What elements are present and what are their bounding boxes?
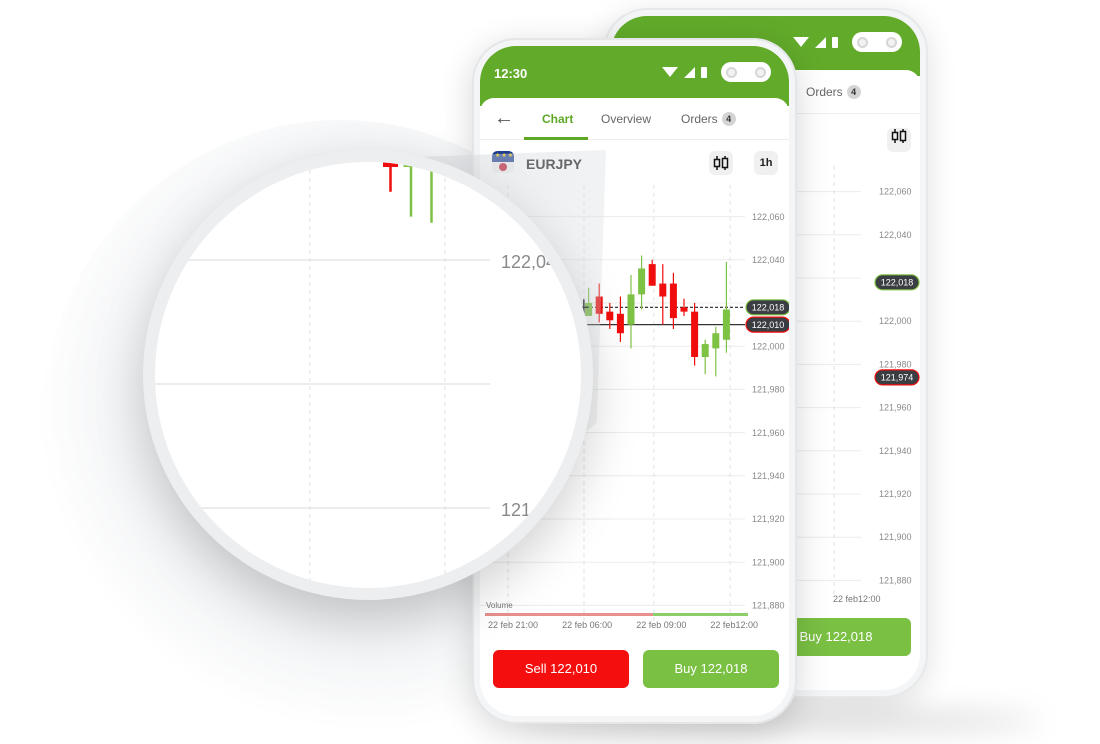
active-tab-indicator (524, 137, 588, 140)
x-label: 22 feb 06:00 (562, 620, 613, 630)
y-axis-label: 121,980 (752, 385, 785, 395)
candle-up (722, 309, 730, 340)
magnifier-lens: 122,018122,010122,04121,98 (143, 150, 593, 600)
tab-label: Orders (806, 85, 843, 99)
x-axis-labels: 22 feb 21:00 22 feb 06:00 22 feb 09:00 2… (488, 620, 758, 630)
volume-bar-sell (485, 613, 653, 616)
candle-up (627, 294, 635, 325)
magnified-y-axis-label: 122,04 (501, 252, 556, 272)
y-axis-label: 122,040 (879, 230, 912, 240)
candle-up (638, 268, 646, 295)
status-time: 12:30 (494, 66, 528, 81)
back-x-label: 22 feb12:00 (833, 594, 881, 604)
orders-count-badge: 4 (846, 85, 861, 99)
status-bar: 12:30 (480, 46, 789, 106)
y-axis-label: 122,000 (752, 341, 785, 351)
y-axis-label: 121,900 (879, 532, 912, 542)
back-arrow-icon[interactable]: ← (494, 108, 514, 128)
timeframe-button[interactable]: 1h (754, 151, 778, 175)
candle-up (712, 333, 720, 349)
tab-overview[interactable]: Overview (601, 112, 651, 126)
orders-count-badge: 4 (721, 112, 736, 126)
y-axis-label: 122,060 (879, 187, 912, 197)
x-label: 22 feb 09:00 (636, 620, 687, 630)
tab-bar: ← Chart Overview Orders 4 (480, 98, 789, 140)
y-axis-label: 121,940 (752, 471, 785, 481)
ask-price-tag-label: 122,018 (752, 303, 785, 313)
battery-icon (832, 36, 838, 48)
candle-down (691, 311, 699, 357)
chart-type-button[interactable] (887, 128, 911, 152)
chart-type-button[interactable] (709, 151, 733, 175)
camera-cutout (721, 62, 771, 82)
y-axis-label: 122,040 (752, 255, 785, 265)
wifi-icon (793, 37, 809, 47)
y-axis-label: 122,060 (752, 212, 785, 222)
wifi-icon (662, 67, 678, 77)
signal-icon (684, 66, 695, 78)
volume-bar-buy (653, 613, 748, 616)
y-axis-label: 121,960 (879, 403, 912, 413)
candle-down (606, 311, 614, 321)
y-axis-label: 121,880 (752, 601, 785, 611)
x-label: 22 feb12:00 (710, 620, 758, 630)
candle-down (383, 162, 398, 167)
candle-down (669, 283, 677, 319)
candle-down (680, 307, 688, 312)
tab-orders[interactable]: Orders 4 (806, 85, 861, 99)
magnified-chart: 122,018122,010122,04121,98 (155, 162, 581, 588)
candle-down (616, 313, 624, 334)
signal-icon (815, 36, 826, 48)
tab-orders[interactable]: Orders 4 (681, 112, 736, 126)
tab-chart[interactable]: Chart (542, 112, 573, 126)
bid-price-tag-label: 122,010 (752, 320, 785, 330)
candlestick-icon (713, 156, 729, 170)
candle-up (403, 162, 419, 167)
y-axis-label: 121,880 (879, 575, 912, 585)
sell-button[interactable]: Sell 122,010 (493, 650, 629, 688)
buy-button[interactable]: Buy 122,018 (643, 650, 779, 688)
candle-down (659, 283, 667, 297)
y-axis-label: 122,000 (879, 316, 912, 326)
candlestick-icon (891, 129, 907, 143)
y-axis-label: 121,920 (752, 514, 785, 524)
magnified-candlestick-chart: 122,018122,010122,04121,98 (155, 162, 556, 588)
battery-icon (701, 66, 707, 78)
candle-up (701, 344, 709, 357)
ask-price-tag-label: 122,018 (881, 278, 914, 288)
candle-down (648, 264, 656, 286)
tab-label: Orders (681, 112, 718, 126)
y-axis-label: 121,980 (879, 359, 912, 369)
x-label: 22 feb 21:00 (488, 620, 539, 630)
y-axis-label: 121,920 (879, 489, 912, 499)
bid-price-tag-label: 121,974 (881, 373, 914, 383)
y-axis-label: 121,940 (879, 446, 912, 456)
y-axis-label: 121,900 (752, 557, 785, 567)
volume-label: Volume (486, 601, 513, 610)
y-axis-label: 121,960 (752, 428, 785, 438)
camera-cutout (852, 32, 902, 52)
